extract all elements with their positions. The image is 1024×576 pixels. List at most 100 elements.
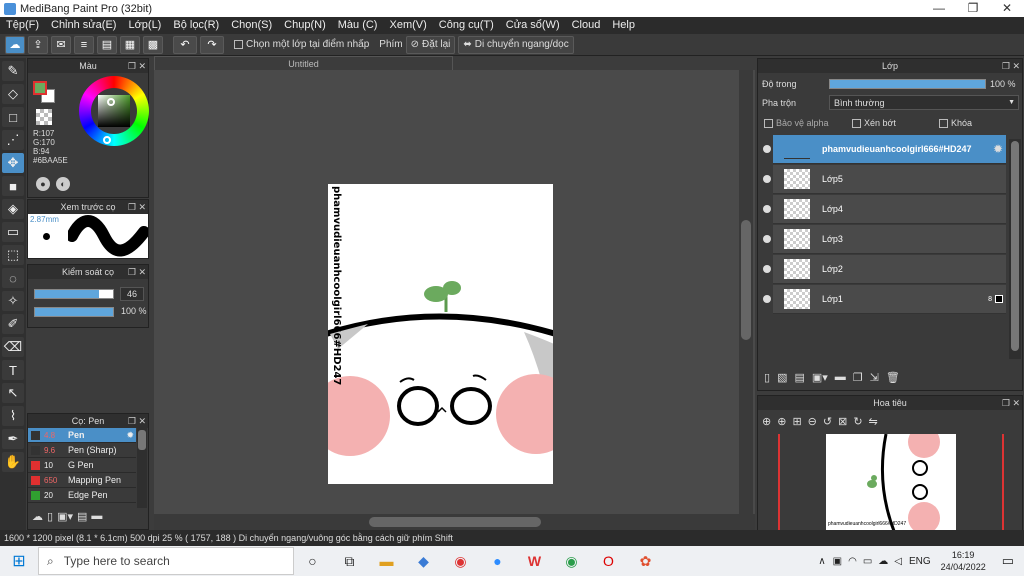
select-pen-tool-icon[interactable]: ✐	[2, 314, 24, 334]
eye-icon[interactable]	[763, 235, 771, 243]
eye-icon[interactable]	[763, 265, 771, 273]
speaker-icon[interactable]: ◁	[891, 556, 905, 567]
eye-icon[interactable]	[763, 205, 771, 213]
cortana-icon[interactable]: ○	[294, 546, 331, 576]
pen-tool-icon[interactable]: ✒	[2, 429, 24, 449]
brush-item[interactable]: 20 Edge Pen	[28, 488, 136, 503]
camera-icon[interactable]: ▣	[830, 556, 845, 567]
opera-icon[interactable]: O	[590, 546, 627, 576]
eye-icon[interactable]	[763, 295, 771, 303]
protect-alpha-checkbox[interactable]: Bảo vệ alpha	[764, 118, 829, 129]
panel-close-icon[interactable]: ❐ ✕	[128, 265, 146, 279]
panel-close-icon[interactable]: ❐ ✕	[128, 414, 146, 428]
select-eraser-tool-icon[interactable]: ⌫	[2, 337, 24, 357]
dotted-line-tool-icon[interactable]: ⋰	[2, 130, 24, 150]
layer-row[interactable]: Lớp1 8	[773, 285, 1006, 314]
layer-row[interactable]: phamvudieuanhcoolgirl666#HD247 ✹	[773, 135, 1006, 164]
chrome-alt-icon[interactable]: ◉	[553, 546, 590, 576]
cloud-tray-icon[interactable]: ☁	[875, 556, 891, 567]
chevron-up-icon[interactable]: ∧	[814, 556, 829, 567]
color-wheel[interactable]	[79, 76, 149, 146]
cloud-icon[interactable]: ☁	[5, 35, 25, 54]
move-hv-button[interactable]: ⬌ Di chuyển ngang/dọc	[458, 35, 574, 54]
layer-row[interactable]: Lớp5	[773, 165, 1006, 194]
horizontal-scroll-thumb[interactable]	[369, 517, 541, 527]
fill-rect-tool-icon[interactable]: ■	[2, 176, 24, 196]
minimize-button[interactable]: —	[922, 0, 956, 17]
menu-cloud[interactable]: Cloud	[566, 17, 607, 34]
panel-close-icon[interactable]: ❐ ✕	[1002, 59, 1020, 73]
maximize-button[interactable]: ❐	[956, 0, 990, 17]
rotate-right-icon[interactable]: ↻	[853, 415, 862, 428]
add-brush-icon[interactable]: ▣▾	[57, 510, 73, 523]
brush-item[interactable]: 10 G Pen	[28, 458, 136, 473]
operation-tool-icon[interactable]: ↖	[2, 383, 24, 403]
select-rect-tool-icon[interactable]: ⬚	[2, 245, 24, 265]
close-button[interactable]: ✕	[990, 0, 1024, 17]
layer-row[interactable]: Lớp3	[773, 225, 1006, 254]
canvas-paper[interactable]: phamvudieuanhcoolgirl666#HD247	[328, 184, 553, 484]
battery-icon[interactable]: ▭	[860, 556, 875, 567]
merge-layer-icon[interactable]: ⇲	[870, 371, 879, 384]
vertical-scroll-thumb[interactable]	[741, 220, 751, 340]
menu-view[interactable]: Xem(V)	[383, 17, 432, 34]
panel-close-icon[interactable]: ❐ ✕	[1002, 396, 1020, 410]
cloud-brush-icon[interactable]: ☁	[32, 510, 43, 523]
magic-wand-tool-icon[interactable]: ✧	[2, 291, 24, 311]
delete-layer-icon[interactable]: 🗑	[886, 371, 900, 384]
rotate-left-icon[interactable]: ↺	[823, 415, 832, 428]
brush-folder-icon[interactable]: ▬	[91, 510, 102, 523]
wifi-icon[interactable]: ◠	[845, 556, 860, 567]
hand-tool-icon[interactable]: ✋	[2, 452, 24, 472]
canvas-vertical-scrollbar[interactable]	[739, 70, 753, 514]
menu-snap[interactable]: Chụp(N)	[278, 17, 332, 34]
blend-select[interactable]: Bình thường ▼	[829, 95, 1019, 110]
navigator-preview[interactable]: phamvudieuanhcoolgirl666#HD247	[826, 434, 956, 531]
menu-filter[interactable]: Bộ lọc(R)	[167, 17, 225, 34]
menu-edit[interactable]: Chỉnh sửa(E)	[45, 17, 122, 34]
undo-button[interactable]: ↶	[173, 35, 197, 54]
fit-icon[interactable]: ⊞	[792, 415, 801, 428]
fit-window-icon[interactable]: ⊠	[838, 415, 847, 428]
layer-row[interactable]: Lớp4	[773, 195, 1006, 224]
menu-color[interactable]: Màu (C)	[332, 17, 384, 34]
task-view-icon[interactable]: ⧉	[331, 546, 368, 576]
canvas-horizontal-scrollbar[interactable]	[154, 514, 755, 530]
reset-button[interactable]: ⊘ Đặt lại	[405, 35, 456, 54]
new-halftone-layer-icon[interactable]: ▧	[777, 371, 787, 384]
zoom-in-icon[interactable]: ⊕	[762, 415, 771, 428]
duplicate-layer-icon[interactable]: ❐	[853, 371, 863, 384]
new-layer-icon[interactable]: ▯	[764, 371, 770, 384]
list-icon[interactable]: ≡	[74, 35, 94, 54]
move-tool-icon[interactable]: ✥	[2, 153, 24, 173]
eraser-tool-icon[interactable]: ◇	[2, 84, 24, 104]
menu-select[interactable]: Chọn(S)	[225, 17, 278, 34]
language-indicator[interactable]: ENG	[905, 556, 935, 567]
text-tool-icon[interactable]: T	[2, 360, 24, 380]
brush-item[interactable]: 9.6 Pen (Sharp)	[28, 443, 136, 458]
brush-list-scrollbar[interactable]	[137, 428, 147, 508]
search-box[interactable]: ⌕ Type here to search	[38, 547, 294, 575]
gradient-tool-icon[interactable]: ▭	[2, 222, 24, 242]
menu-file[interactable]: Tệp(F)	[0, 17, 45, 34]
menu-tools[interactable]: Công cụ(T)	[433, 17, 500, 34]
size-slider[interactable]	[34, 289, 114, 299]
add-layer-menu-icon[interactable]: ▣▾	[812, 371, 828, 384]
document-tab[interactable]: Untitled	[154, 56, 453, 70]
lock-checkbox[interactable]: Khóa	[939, 118, 972, 129]
rectangle-tool-icon[interactable]: □	[2, 107, 24, 127]
panel-close-icon[interactable]: ❐ ✕	[128, 200, 146, 214]
layer-row[interactable]: Lớp2	[773, 255, 1006, 284]
gear-icon[interactable]: ✹	[126, 430, 134, 441]
panel-close-icon[interactable]: ❐ ✕	[128, 59, 146, 73]
foreground-color-swatch[interactable]	[33, 81, 47, 95]
notification-icon[interactable]: ▭	[992, 553, 1024, 569]
zoom-icon[interactable]: ●	[479, 546, 516, 576]
clipping-checkbox[interactable]: Xén bớt	[852, 118, 896, 129]
brush-item[interactable]: 650 Mapping Pen	[28, 473, 136, 488]
wps-icon[interactable]: W	[516, 546, 553, 576]
layer-scrollbar[interactable]	[1009, 139, 1021, 359]
transparent-swatch[interactable]	[36, 109, 52, 125]
brush-tool-icon[interactable]: ✎	[2, 61, 24, 81]
windows-start-icon[interactable]: ⊞	[0, 546, 38, 576]
